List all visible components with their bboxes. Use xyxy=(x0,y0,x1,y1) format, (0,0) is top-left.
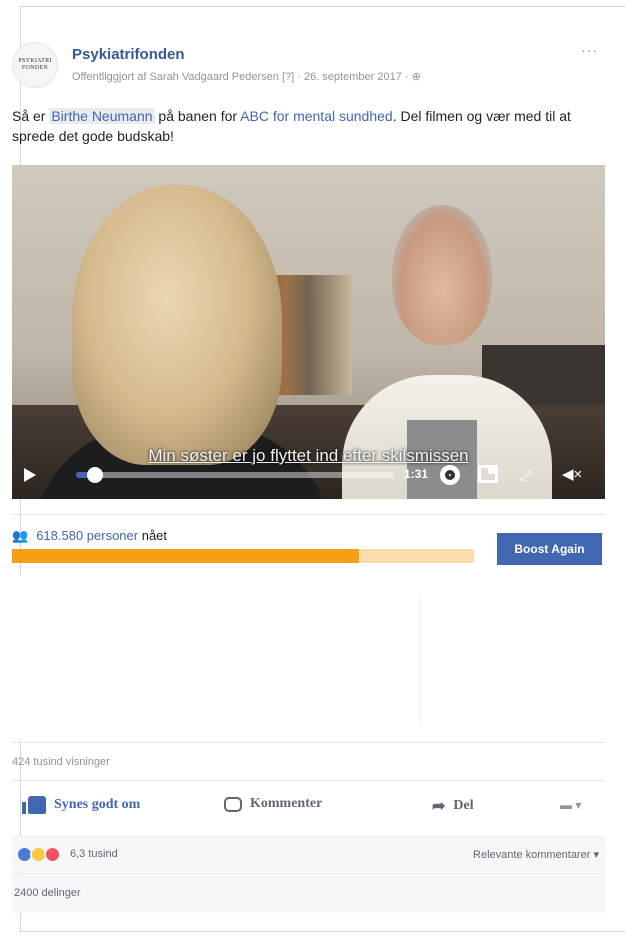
comment-button[interactable]: Kommenter xyxy=(224,796,322,812)
video-frame-doctor-head xyxy=(392,205,492,345)
thumbs-up-icon xyxy=(22,796,46,814)
like-button[interactable]: Synes godt om xyxy=(22,796,141,814)
globe-icon: ⊕ xyxy=(411,71,421,83)
video-time: 1:31 xyxy=(404,467,429,481)
reactions-row: 6,3 tusind Relevante kommentarer ▾ xyxy=(12,836,605,872)
like-label: Synes godt om xyxy=(54,797,141,812)
muted-volume-icon[interactable]: ◀× xyxy=(562,465,582,483)
post-meta: Offentliggjort af Sarah Vadgaard Pederse… xyxy=(72,70,421,83)
divider xyxy=(12,780,605,781)
reaction-icons[interactable] xyxy=(16,846,61,863)
boost-again-button[interactable]: Boost Again xyxy=(497,533,602,565)
comment-bubble-icon xyxy=(224,796,242,812)
post-text-mid: på banen for xyxy=(154,108,241,124)
insights-separator xyxy=(420,596,421,726)
view-count: 424 tusind visninger xyxy=(12,756,110,768)
post-text-before: Så er xyxy=(12,108,50,124)
fullscreen-icon[interactable]: ⤢ xyxy=(520,467,531,484)
share-arrow-icon: ➦ xyxy=(432,798,446,815)
more-options-button[interactable]: ··· xyxy=(581,42,598,58)
divider xyxy=(12,742,605,743)
insights-empty-area xyxy=(12,576,605,740)
play-icon[interactable] xyxy=(24,468,36,482)
comment-sort-dropdown[interactable]: Relevante kommentarer ▾ xyxy=(473,848,599,861)
gear-icon[interactable] xyxy=(440,465,460,485)
reaction-count[interactable]: 6,3 tusind xyxy=(70,848,118,860)
post-message: Så er Birthe Neumann på banen for ABC fo… xyxy=(12,106,607,146)
tagged-person-link[interactable]: Birthe Neumann xyxy=(49,108,155,124)
abc-link[interactable]: ABC for mental sundhed xyxy=(240,108,393,124)
shares-row: 2400 delinger xyxy=(12,873,605,913)
post-meta-text: Offentliggjort af Sarah Vadgaard Pederse… xyxy=(72,71,412,83)
picture-in-picture-icon[interactable] xyxy=(478,465,498,483)
chevron-down-icon: ▾ xyxy=(575,798,582,812)
scrubber-handle[interactable] xyxy=(87,467,104,483)
reaction-picker-button[interactable]: ▬ ▾ xyxy=(560,798,581,812)
video-player[interactable]: Min søster er jo flyttet ind efter skils… xyxy=(12,165,605,499)
action-bar: Synes godt om Kommenter ➦ Del ▬ ▾ xyxy=(12,790,605,826)
divider xyxy=(12,514,605,515)
avatar-logo-top: PSYKIATRI xyxy=(18,58,52,64)
share-label: Del xyxy=(453,798,474,813)
video-scrubber[interactable] xyxy=(76,467,394,483)
comment-label: Kommenter xyxy=(250,796,323,811)
post-header: PSYKIATRI FONDEN Psykiatrifonden Offentl… xyxy=(12,40,602,90)
share-button[interactable]: ➦ Del xyxy=(432,796,474,816)
reach-suffix: nået xyxy=(138,528,168,543)
video-frame-patient-hair xyxy=(72,185,282,465)
people-icon: 👥 xyxy=(12,528,29,543)
reach-progress-bar xyxy=(12,549,474,563)
shares-count[interactable]: 2400 delinger xyxy=(14,887,81,899)
page-avatar[interactable]: PSYKIATRI FONDEN xyxy=(12,42,58,88)
reach-progress-fill xyxy=(12,549,359,563)
reach-stat: 👥 618.580 personer nået xyxy=(12,528,167,544)
love-reaction-icon xyxy=(44,846,61,863)
video-controls: 1:31 ⤢ ◀× xyxy=(12,455,605,499)
avatar-logo-mid: FONDEN xyxy=(21,65,49,71)
page-name-link[interactable]: Psykiatrifonden xyxy=(72,46,185,63)
reach-number-link[interactable]: 618.580 personer xyxy=(36,528,138,543)
